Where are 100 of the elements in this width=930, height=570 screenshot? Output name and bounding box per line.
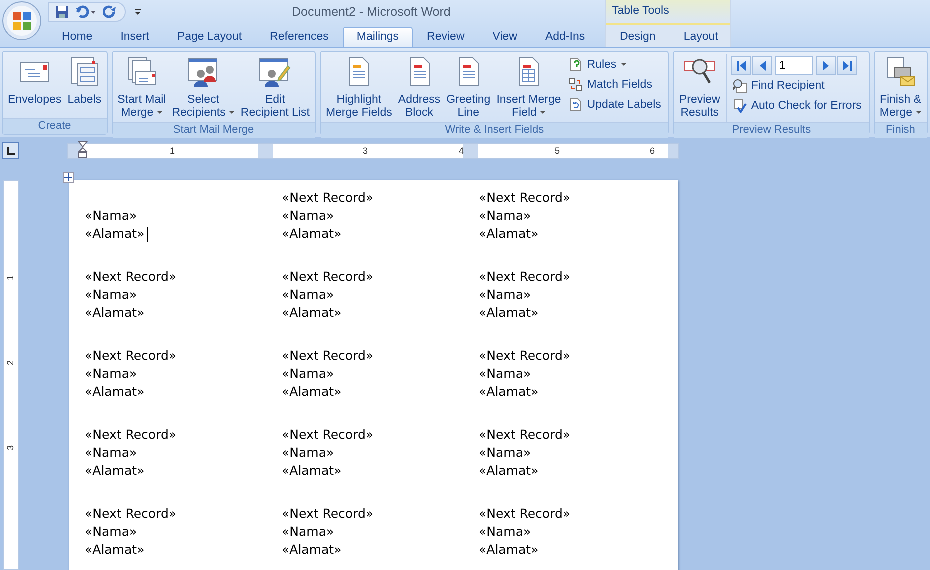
next-record-icon <box>822 60 830 70</box>
merge-field: «Nama» <box>85 524 138 539</box>
ribbon-tab[interactable]: View <box>478 27 532 47</box>
merge-field: «Nama» <box>282 208 334 223</box>
ribbon-button[interactable]: Highlight Merge Fields <box>322 54 396 122</box>
documents-icon <box>126 56 158 88</box>
match-fields-icon <box>569 78 584 92</box>
merge-field: «Alamat» <box>282 463 342 478</box>
tab-selector-button[interactable] <box>2 142 19 159</box>
ribbon-button[interactable]: Start Mail Merge <box>114 54 170 122</box>
ruler-number: 4 <box>459 144 464 158</box>
left-tab-icon <box>6 146 14 154</box>
merge-field: «Alamat» <box>85 305 145 320</box>
ruler-number: 6 <box>650 144 656 158</box>
ruler-number: 3 <box>6 446 16 450</box>
document-question-icon <box>569 58 584 72</box>
ribbon-button[interactable]: Envelopes <box>5 54 65 118</box>
group-label: Finish <box>874 122 927 138</box>
group-label: Start Mail Merge <box>112 122 315 138</box>
merge-field: «Alamat» <box>479 542 539 557</box>
ribbon-button[interactable]: Find Recipient <box>731 77 864 95</box>
table-move-handle-icon[interactable] <box>63 172 74 183</box>
undo-icon[interactable] <box>75 5 97 19</box>
merge-field: «Nama» <box>479 287 532 302</box>
refresh-document-icon <box>569 98 584 112</box>
merge-field: «Alamat» <box>479 305 539 320</box>
office-button[interactable] <box>2 1 42 41</box>
merge-field: «Nama» <box>479 445 532 460</box>
next-record-button[interactable] <box>816 56 836 75</box>
merge-field: «Alamat» <box>282 226 342 241</box>
group-label: Create <box>3 118 107 134</box>
ribbon-button[interactable]: Match Fields <box>567 76 664 94</box>
merge-field: «Next Record» <box>85 269 177 284</box>
merge-field: «Nama» <box>479 208 532 223</box>
first-record-button[interactable] <box>731 56 752 75</box>
merge-field: «Next Record» <box>479 506 571 521</box>
indent-marker-icon[interactable] <box>78 140 88 158</box>
merge-field: «Next Record» <box>479 348 571 363</box>
ribbon-button[interactable]: Edit Recipient List <box>238 54 313 122</box>
contextual-tab-title: Table Tools <box>606 0 730 25</box>
ruler-number: 5 <box>555 144 560 158</box>
ribbon-tab[interactable]: Page Layout <box>163 27 256 47</box>
ribbon-tab[interactable]: References <box>256 27 343 47</box>
caret-icon <box>540 110 546 115</box>
previous-record-icon <box>758 60 766 70</box>
merge-field: «Nama» <box>282 287 334 302</box>
text-cursor <box>146 227 148 242</box>
ribbon-button[interactable]: Select Recipients <box>169 54 238 122</box>
ruler-number: 3 <box>363 144 368 158</box>
ribbon-tab[interactable]: Mailings <box>342 27 414 47</box>
save-icon[interactable] <box>55 5 69 19</box>
merge-field: «Alamat» <box>85 384 145 399</box>
customize-toolbar-icon[interactable] <box>134 7 142 17</box>
ribbon-button[interactable]: Labels <box>64 54 105 118</box>
people-icon <box>188 56 220 88</box>
ribbon-tab[interactable]: Design <box>606 27 670 47</box>
merge-field: «Nama» <box>282 445 334 460</box>
merge-field: «Alamat» <box>282 305 342 320</box>
checkmark-document-icon <box>733 99 748 113</box>
merge-field: «Next Record» <box>282 506 374 521</box>
merge-field: «Alamat» <box>282 384 342 399</box>
ribbon-button[interactable]: Auto Check for Errors <box>731 97 864 115</box>
merge-field: «Nama» <box>282 524 334 539</box>
ribbon-button[interactable]: Rules <box>567 56 664 74</box>
first-record-icon <box>736 60 746 70</box>
ribbon-button[interactable]: Insert Merge Field <box>494 54 564 122</box>
redo-icon[interactable] <box>103 5 117 19</box>
merge-field: «Nama» <box>85 208 138 223</box>
ribbon-button[interactable]: Preview Results <box>676 54 724 122</box>
merge-field: «Alamat» <box>479 463 539 478</box>
ribbon-button[interactable]: Greeting Line <box>444 54 494 122</box>
merge-field: «Next Record» <box>282 190 374 205</box>
ribbon-tab[interactable]: Add-Ins <box>531 27 600 47</box>
label-sheet-icon <box>68 56 101 88</box>
merge-field: «Alamat» <box>85 463 145 478</box>
ruler-number: 1 <box>170 144 176 158</box>
ribbon-tab[interactable]: Insert <box>106 27 164 47</box>
pencil-people-icon <box>259 56 292 88</box>
ribbon-button[interactable]: Finish & Merge <box>876 54 925 122</box>
ribbon-button[interactable]: Update Labels <box>567 96 664 114</box>
merge-field: «Alamat» <box>479 384 539 399</box>
group-label: Preview Results <box>674 122 869 138</box>
record-number-field[interactable]: 1 <box>775 56 814 75</box>
caret-icon <box>620 63 627 67</box>
ribbon-button[interactable]: Address Block <box>395 54 444 122</box>
merge-field: «Alamat» <box>85 542 145 557</box>
window-title: Document2 - Microsoft Word <box>292 5 451 19</box>
ribbon-tab[interactable]: Review <box>413 27 479 47</box>
merge-field: «Nama» <box>85 366 138 381</box>
caret-icon <box>228 110 235 115</box>
last-record-button[interactable] <box>837 56 858 75</box>
merge-field: «Next Record» <box>479 427 571 442</box>
merge-field: «Alamat» <box>85 226 145 241</box>
merge-field: «Next Record» <box>479 190 571 205</box>
merge-field: «Nama» <box>479 366 532 381</box>
merge-field: «Alamat» <box>479 226 539 241</box>
ribbon-tab[interactable]: Layout <box>670 27 732 47</box>
previous-record-button[interactable] <box>752 56 772 75</box>
ruler-number: 2 <box>6 360 16 366</box>
ribbon-tab[interactable]: Home <box>48 27 107 47</box>
